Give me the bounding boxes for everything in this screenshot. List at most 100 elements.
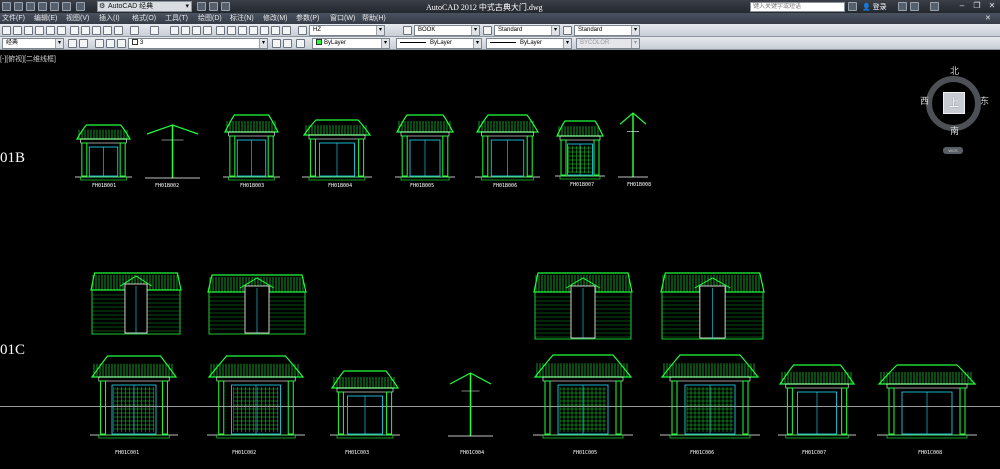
viewcube[interactable]: 北 南 东 西 上 WCS [918,64,998,154]
viewcube-north[interactable]: 北 [950,64,959,77]
workspace-settings-icon[interactable] [68,39,77,48]
minimize-button[interactable]: – [955,1,969,11]
multileader-style-select[interactable]: Standard ▾ [574,25,640,36]
paste-icon[interactable] [92,26,101,35]
tool-palettes-icon[interactable] [238,26,247,35]
gate-drawing[interactable] [302,117,372,182]
lineweight-select[interactable]: ByLayer ▾ [486,38,572,49]
qnew-icon[interactable] [2,26,11,35]
menu-draw[interactable]: 绘图(D) [198,14,222,23]
menu-edit[interactable]: 编辑(E) [34,14,57,23]
undo-icon[interactable] [62,2,71,11]
star-icon[interactable] [910,2,919,11]
menu-help[interactable]: 帮助(H) [362,14,386,23]
menu-window[interactable]: 窗口(W) [330,14,355,23]
viewcube-east[interactable]: 东 [980,94,989,107]
gate-drawing[interactable] [533,352,633,440]
menu-parametric[interactable]: 参数(P) [296,14,319,23]
search-icon[interactable] [848,2,857,11]
menu-modify[interactable]: 修改(M) [263,14,288,23]
menu-tools[interactable]: 工具(T) [165,14,188,23]
wcs-menu-button[interactable]: WCS [943,147,963,154]
copy-icon[interactable] [81,26,90,35]
layer-properties-icon[interactable] [79,39,88,48]
table-style-icon[interactable] [483,26,492,35]
search-input[interactable]: 键入关键字或短语 [750,2,845,12]
pan-icon[interactable] [170,26,179,35]
maximize-button[interactable]: ❐ [970,1,984,11]
gate-drawing[interactable] [90,353,178,440]
dim-style-select[interactable]: BOOK ▾ [414,25,480,36]
zoom-previous-icon[interactable] [203,26,212,35]
gate-drawing[interactable] [618,110,648,181]
design-center-icon[interactable] [227,26,236,35]
properties-icon[interactable] [209,2,218,11]
zoom-realtime-icon[interactable] [181,26,190,35]
menu-close-icon[interactable]: ✕ [985,14,991,23]
customize-icon[interactable] [221,2,230,11]
viewcube-south[interactable]: 南 [950,124,959,137]
gate-drawing[interactable] [395,112,455,182]
cut-icon[interactable] [70,26,79,35]
menu-file[interactable]: 文件(F) [2,14,25,23]
viewcube-west[interactable]: 西 [920,94,929,107]
gate-drawing[interactable] [75,122,132,182]
gate-drawing[interactable] [778,362,856,440]
gate-drawing[interactable] [877,362,977,440]
undo-icon[interactable] [130,26,139,35]
open-file-icon[interactable] [26,2,35,11]
app-menu-icon[interactable] [2,2,11,11]
block-editor-icon[interactable] [114,26,123,35]
gate-drawing[interactable] [223,112,280,182]
gate-drawing[interactable] [330,368,400,440]
sheet-set-icon[interactable] [249,26,258,35]
layer-select[interactable]: 3 ▾ [128,38,268,49]
save-icon[interactable] [24,26,33,35]
text-style-icon[interactable] [298,26,307,35]
gate-drawing[interactable] [90,270,182,337]
redo-icon[interactable] [76,2,85,11]
login-link[interactable]: 👤 登录 [862,2,887,12]
workspace-select[interactable]: AutoCAD 经典 [97,1,192,12]
exchange-icon[interactable] [898,2,907,11]
plot-icon[interactable] [50,2,59,11]
zoom-window-icon[interactable] [192,26,201,35]
new-file-icon[interactable] [14,2,23,11]
make-current-layer-icon[interactable] [272,39,281,48]
text-style-select[interactable]: HZ ▾ [309,25,385,36]
linetype-select[interactable]: ByLayer ▾ [396,38,482,49]
plot-icon[interactable] [35,26,44,35]
viewcube-top-face[interactable]: 上 [943,92,965,114]
save-icon[interactable] [38,2,47,11]
close-button[interactable]: ✕ [985,1,999,11]
menu-view[interactable]: 视图(V) [66,14,89,23]
menu-insert[interactable]: 插入(I) [99,14,120,23]
multileader-style-icon[interactable] [563,26,572,35]
color-select[interactable]: ByLayer ▾ [312,38,390,49]
gate-drawing[interactable] [533,270,633,342]
match-properties-icon[interactable] [103,26,112,35]
gate-drawing[interactable] [207,272,307,337]
share-icon[interactable] [197,2,206,11]
quickcalc-icon[interactable] [271,26,280,35]
gate-drawing[interactable] [555,118,605,181]
help-icon[interactable] [282,26,291,35]
dim-style-icon[interactable] [403,26,412,35]
open-icon[interactable] [13,26,22,35]
preview-icon[interactable] [46,26,55,35]
publish-icon[interactable] [57,26,66,35]
gate-drawing[interactable] [660,270,765,342]
viewport-controls-label[interactable]: [-][俯视][二维线框] [0,54,56,64]
workspace-select[interactable]: 经典 ▾ [2,38,64,49]
layer-isolate-icon[interactable] [296,39,305,48]
menu-dimension[interactable]: 标注(N) [230,14,254,23]
gate-drawing[interactable] [475,112,540,182]
redo-icon[interactable] [150,26,159,35]
help-icon[interactable] [930,2,939,11]
gate-drawing[interactable] [145,122,200,182]
layer-previous-icon[interactable] [283,39,292,48]
menu-format[interactable]: 格式(O) [132,14,156,23]
markup-icon[interactable] [260,26,269,35]
gate-drawing[interactable] [448,370,493,440]
properties-icon[interactable] [216,26,225,35]
